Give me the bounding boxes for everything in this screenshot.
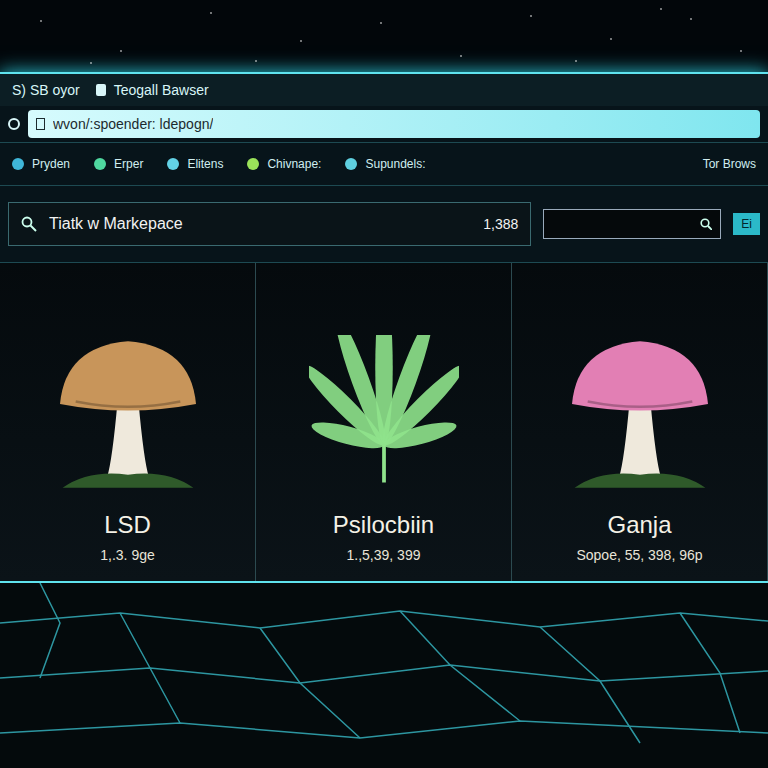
star [120,50,122,52]
product-price: 1.,5,39, 399 [347,545,421,565]
floor-grid-icon [0,583,768,768]
address-row: wvon/:spoender: ldepogn/ [0,106,768,142]
url-text[interactable]: wvon/:spoender: ldepogn/ [53,114,213,134]
marketplace-header: Tiatk w Markepace 1,388 [8,202,531,246]
address-field[interactable]: wvon/:spoender: ldepogn/ [28,110,760,138]
bookmark-label[interactable]: Erper [114,156,143,172]
search-icon [700,218,712,230]
bookmark-label[interactable]: Supundels: [365,156,425,172]
bookmark-label[interactable]: Chivnape: [267,156,321,172]
star [530,15,532,17]
bookmark-icon [345,158,357,170]
screen: S) SB oyor Teogall Bawser wvon/:spoender: … [0,0,768,768]
product-card[interactable]: LSD 1,.3. 9ge [0,263,256,581]
title-bar: S) SB oyor Teogall Bawser [0,74,768,106]
star [740,50,742,52]
product-grid: LSD 1,.3. 9ge Psilocbiin 1.,5,39, 399 Ganja S… [0,263,768,581]
bookmark-icon [167,158,179,170]
brand-label: Tor Brows [703,156,756,172]
star [90,62,92,64]
product-card[interactable]: Psilocbiin 1.,5,39, 399 [256,263,512,581]
star [575,60,577,62]
star [610,38,612,40]
product-name[interactable]: LSD [104,509,151,541]
star [40,20,42,22]
bookmark-label[interactable]: Pryden [32,156,70,172]
lock-icon [36,118,45,130]
floor [0,581,768,768]
star [300,40,302,42]
bookmark-item[interactable]: Supundels: [345,156,425,172]
search-button[interactable]: Ei [733,213,760,235]
reload-icon[interactable] [8,118,20,130]
bookmark-icon [247,158,259,170]
bookmark-label[interactable]: Elitens [187,156,223,172]
star [690,18,692,20]
magnifier-icon [21,216,37,232]
star [380,22,382,24]
bookmark-icon [94,158,106,170]
bookmarks-bar: Pryden Erper Elitens Chivnape: Supundels: Tor… [0,142,768,186]
product-price: Sopoe, 55, 398, 96p [576,545,702,565]
starfield [0,0,768,72]
star [210,12,212,14]
window-title: Teogall Bawser [114,80,209,100]
mushroom-icon [43,323,213,493]
cannabis-leaf-icon [309,335,459,485]
star [255,60,257,62]
product-card[interactable]: Ganja Sopoe, 55, 398, 96p [512,263,768,581]
marketplace-bar: Tiatk w Markepace 1,388 Ei [0,186,768,263]
title-group: Teogall Bawser [96,80,209,100]
star [460,55,462,57]
browser-window: S) SB oyor Teogall Bawser wvon/:spoender: … [0,72,768,581]
window-menu[interactable]: S) SB oyor [12,80,80,100]
product-name[interactable]: Psilocbiin [333,509,434,541]
page-icon [96,84,106,96]
star [660,8,662,10]
mushroom-icon [555,323,725,493]
search-field[interactable] [543,209,721,239]
bookmark-icon [12,158,24,170]
bookmark-item[interactable]: Erper [94,156,143,172]
product-price: 1,.3. 9ge [100,545,155,565]
bookmark-item[interactable]: Pryden [12,156,70,172]
bookmark-item[interactable]: Elitens [167,156,223,172]
product-name[interactable]: Ganja [607,509,671,541]
marketplace-title: Tiatk w Markepace [49,212,471,236]
item-count: 1,388 [483,214,518,234]
bookmark-item[interactable]: Chivnape: [247,156,321,172]
